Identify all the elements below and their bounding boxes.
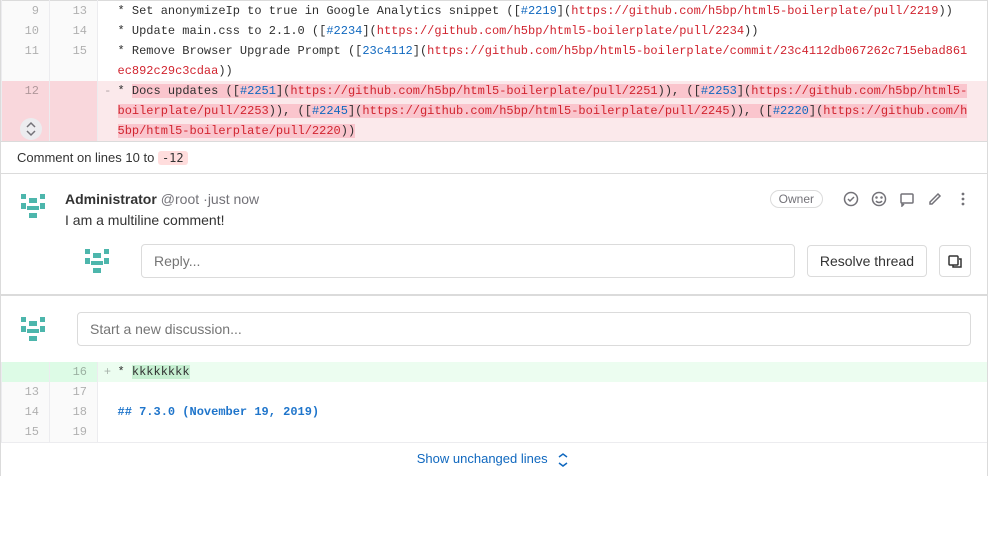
comment-scope-mid: to	[140, 150, 158, 165]
owner-badge: Owner	[770, 190, 823, 208]
diff-sign	[98, 402, 118, 422]
avatar[interactable]	[17, 313, 49, 345]
comment-author[interactable]: Administrator	[65, 191, 157, 207]
resolve-thread-button[interactable]: Resolve thread	[807, 245, 927, 277]
resolve-thread-label: Resolve thread	[820, 253, 914, 269]
code-content	[118, 422, 987, 442]
diff-sign	[98, 422, 118, 442]
comment-scope-from: 10	[125, 150, 139, 165]
line-number-old[interactable]: 9	[2, 1, 50, 22]
resolve-check-icon[interactable]	[843, 191, 859, 207]
diff-sign	[98, 21, 118, 41]
line-number-new[interactable]: 14	[50, 21, 98, 41]
avatar[interactable]	[17, 190, 49, 222]
diff-sign: +	[98, 362, 118, 382]
diff-line[interactable]: 1115 * Remove Browser Upgrade Prompt ([23…	[2, 41, 988, 81]
diff-line[interactable]: 1014 * Update main.css to 2.1.0 ([#2234](…	[2, 21, 988, 41]
thread-options-button[interactable]	[939, 245, 971, 277]
diff-line[interactable]: 16+* kkkkkkkk	[2, 362, 987, 382]
diff-table-bottom: 16+* kkkkkkkk13171418## 7.3.0 (November …	[1, 362, 987, 442]
line-number-new[interactable]: 15	[50, 41, 98, 81]
code-content	[118, 382, 987, 402]
comment-username[interactable]: @root	[161, 191, 199, 207]
comment-body: I am a multiline comment!	[65, 212, 971, 228]
code-content: ## 7.3.0 (November 19, 2019)	[118, 402, 987, 422]
diff-sign: -	[98, 81, 118, 141]
comment-time[interactable]: just now	[208, 191, 259, 207]
emoji-icon[interactable]	[871, 191, 887, 207]
diff-sign	[98, 1, 118, 22]
line-number-new[interactable]: 13	[50, 1, 98, 22]
diff-line[interactable]: 913 * Set anonymizeIp to true in Google A…	[2, 1, 988, 22]
diff-line[interactable]: 1317	[2, 382, 987, 402]
line-number-new[interactable]: 16	[50, 362, 98, 382]
expand-lines-button[interactable]	[20, 118, 42, 140]
line-number-old[interactable]	[2, 362, 50, 382]
avatar[interactable]	[81, 245, 113, 277]
reply-input[interactable]	[141, 244, 795, 278]
show-unchanged-lines-button[interactable]: Show unchanged lines	[1, 442, 987, 476]
line-number-new[interactable]	[50, 81, 98, 141]
line-number-old[interactable]: 10	[2, 21, 50, 41]
line-number-new[interactable]: 18	[50, 402, 98, 422]
comment-thread: Administrator @root · just now Owner I a…	[1, 173, 987, 295]
code-content: * kkkkkkkk	[118, 362, 987, 382]
comment-scope-prefix: Comment on lines	[17, 150, 125, 165]
code-content: * Remove Browser Upgrade Prompt ([23c411…	[118, 41, 988, 81]
code-content: * Set anonymizeIp to true in Google Anal…	[118, 1, 988, 22]
code-content: * Docs updates ([#2251](https://github.c…	[118, 81, 988, 141]
line-number-old[interactable]: 11	[2, 41, 50, 81]
line-number-new[interactable]: 17	[50, 382, 98, 402]
comment-scope: Comment on lines 10 to -12	[1, 141, 987, 173]
comment-scope-to: -12	[158, 151, 188, 165]
edit-icon[interactable]	[927, 191, 943, 207]
reply-icon[interactable]	[899, 191, 915, 207]
new-discussion-row	[1, 295, 987, 362]
more-icon[interactable]	[955, 191, 971, 207]
diff-line[interactable]: 1519	[2, 422, 987, 442]
diff-line[interactable]: 12-* Docs updates ([#2251](https://githu…	[2, 81, 988, 141]
diff-sign	[98, 41, 118, 81]
line-number-old[interactable]: 15	[2, 422, 50, 442]
new-discussion-input[interactable]	[77, 312, 971, 346]
line-number-new[interactable]: 19	[50, 422, 98, 442]
line-number-old[interactable]: 13	[2, 382, 50, 402]
line-number-old[interactable]: 14	[2, 402, 50, 422]
diff-table-top: 913 * Set anonymizeIp to true in Google A…	[1, 0, 987, 141]
diff-sign	[98, 382, 118, 402]
show-more-label: Show unchanged lines	[417, 451, 548, 466]
code-content: * Update main.css to 2.1.0 ([#2234](http…	[118, 21, 988, 41]
diff-line[interactable]: 1418 ## 7.3.0 (November 19, 2019)	[2, 402, 987, 422]
